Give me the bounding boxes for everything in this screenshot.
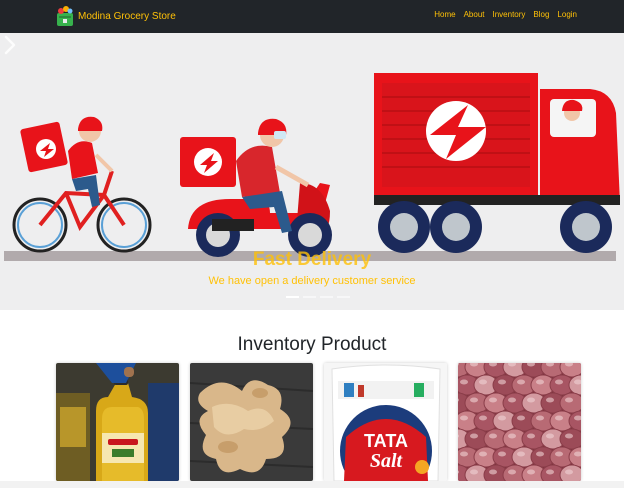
- hero-carousel: Fast Delivery We have open a delivery cu…: [0, 33, 624, 310]
- carousel-indicators: [286, 296, 350, 298]
- salt-brand-label: TATA: [364, 431, 408, 451]
- product-card-oil[interactable]: [56, 363, 179, 481]
- inventory-section-title: Inventory Product: [237, 334, 387, 355]
- carousel-indicator[interactable]: [320, 296, 333, 298]
- carousel-indicator[interactable]: [286, 296, 299, 298]
- product-card-ginger[interactable]: [190, 363, 313, 481]
- carousel-caption-text: We have open a delivery customer service: [208, 275, 416, 287]
- horizontal-scrollbar[interactable]: [0, 481, 624, 488]
- bicycle-courier: [12, 116, 152, 253]
- grocery-basket-icon: [57, 6, 73, 26]
- salt-product-label: Salt: [370, 450, 404, 472]
- carousel-indicator[interactable]: [303, 296, 316, 298]
- nav-link-inventory[interactable]: Inventory: [493, 10, 526, 19]
- cooking-oil-image: [56, 363, 179, 481]
- brand-name: Modina Grocery Store: [78, 10, 176, 22]
- tata-salt-image: TATA Salt: [324, 363, 447, 481]
- product-card-onions[interactable]: [458, 363, 581, 481]
- navbar: Modina Grocery Store Home About Inventor…: [0, 0, 624, 33]
- carousel-caption-title: Fast Delivery: [252, 249, 372, 270]
- product-card-salt[interactable]: TATA Salt: [324, 363, 447, 481]
- nav-link-login[interactable]: Login: [557, 10, 577, 19]
- scooter-courier: [180, 118, 332, 257]
- brand-link[interactable]: Modina Grocery Store: [55, 4, 176, 28]
- chevron-right-icon[interactable]: [0, 33, 20, 57]
- carousel-indicator[interactable]: [337, 296, 350, 298]
- nav-links: Home About Inventory Blog Login: [434, 10, 577, 19]
- nav-link-about[interactable]: About: [464, 10, 485, 19]
- nav-link-home[interactable]: Home: [434, 10, 455, 19]
- ginger-image: [190, 363, 313, 481]
- delivery-truck: [374, 73, 620, 253]
- onions-image: [458, 363, 581, 481]
- nav-link-blog[interactable]: Blog: [533, 10, 549, 19]
